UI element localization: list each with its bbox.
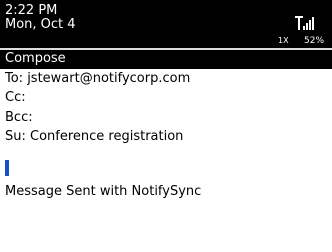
status-date: Mon, Oct 4 <box>5 17 76 32</box>
network-type: 1X <box>278 36 289 45</box>
message-signature: Message Sent with NotifySync <box>5 184 202 199</box>
text-cursor <box>5 160 9 176</box>
to-field[interactable]: To: jstewart@notifycorp.com <box>5 70 190 88</box>
cc-field[interactable]: Cc: <box>5 89 26 107</box>
bcc-field[interactable]: Bcc: <box>5 109 33 127</box>
battery-level: 52% <box>304 36 325 46</box>
title-bar: Compose <box>0 48 332 69</box>
screen-title: Compose <box>5 51 66 66</box>
signal-strength-icon <box>295 16 314 30</box>
compose-body[interactable]: To: jstewart@notifycorp.com Cc: Bcc: Su:… <box>0 69 332 252</box>
status-bar: 2:22 PM Mon, Oct 4 1X 52% <box>0 0 332 48</box>
status-time: 2:22 PM <box>5 3 58 18</box>
compose-screen: 2:22 PM Mon, Oct 4 1X 52% Compose To: js… <box>0 0 332 252</box>
subject-field[interactable]: Su: Conference registration <box>5 128 183 146</box>
